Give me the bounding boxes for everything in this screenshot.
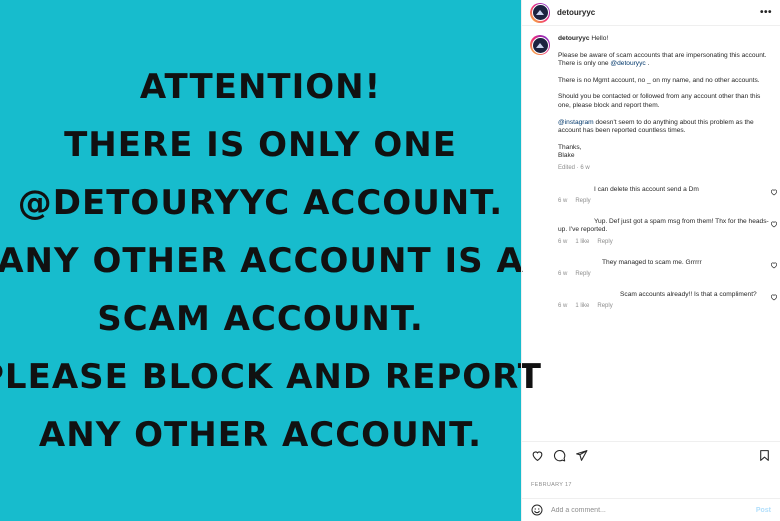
post-side-panel: detouryyc ••• detouryyc Hello! Please be… [521,0,780,521]
heart-icon[interactable] [770,188,778,196]
reply-button[interactable]: Reply [597,239,612,245]
caption-paragraph: Please be aware of scam accounts that ar… [558,51,767,59]
caption-meta: Edited · 6 w [558,164,590,171]
bookmark-icon[interactable] [758,449,771,462]
heart-icon[interactable] [770,220,778,228]
caption-greeting: Hello! [591,35,609,42]
comment-input[interactable] [551,506,731,514]
caption-paragraph: There is no Mgmt account, no _ on my nam… [558,76,760,84]
caption-signoff: Thanks, [558,143,582,151]
caption-signoff: Blake [558,152,575,160]
comment-time: 6 w [558,198,568,205]
reply-button[interactable]: Reply [575,271,590,277]
comment-time: 6 w [558,238,568,245]
action-bar [522,441,780,469]
post-text-line: SCAM ACCOUNT. [97,298,424,339]
caption: detouryyc Hello! Please be aware of scam… [530,35,772,173]
header-username[interactable]: detouryyc [557,8,595,17]
heart-icon[interactable] [770,261,778,269]
comment-time: 6 w [558,271,568,278]
mention-link[interactable]: @instagram [558,119,594,126]
post-text-line: ANY OTHER ACCOUNT. [38,414,483,455]
comment-text: Yup. Def just got a spam msg from them! … [558,217,769,234]
caption-text: . [645,60,650,68]
heart-icon[interactable] [770,293,778,301]
like-count[interactable]: 1 like [575,239,589,245]
post-text-line: @DETOURYYC ACCOUNT. [17,182,504,223]
emoji-icon[interactable] [531,504,543,516]
avatar[interactable] [530,2,550,23]
more-options-icon[interactable]: ••• [760,7,772,18]
mention-link[interactable]: @detouryyc [610,60,645,67]
post-text-line: ANY OTHER ACCOUNT IS A [0,240,524,281]
post-text-line: PLEASE BLOCK AND REPORT [0,356,542,397]
comment-text: Scam accounts already!! Is that a compli… [620,290,757,298]
list-item: Scam accounts already!! Is that a compli… [558,290,778,311]
post-text-line: THERE IS ONLY ONE [64,124,457,165]
post-image[interactable]: ATTENTION! THERE IS ONLY ONE @DETOURYYC … [0,0,541,521]
comment-time: 6 w [558,303,568,310]
post-text-line: ATTENTION! [139,66,382,107]
avatar[interactable] [530,35,550,55]
reply-button[interactable]: Reply [597,303,612,309]
comment-text: They managed to scam me. Grrrrr [602,258,702,266]
post-header: detouryyc ••• [522,0,780,26]
post-date: FEBRUARY 17 [531,482,572,488]
share-icon[interactable] [575,449,588,462]
caption-username[interactable]: detouryyc [558,35,590,42]
list-item: They managed to scam me. Grrrrr 6 w Reply [558,258,778,279]
list-item: I can delete this account send a Dm 6 w R… [558,185,778,206]
add-comment-bar: Post [522,498,780,521]
caption-paragraph: Should you be contacted or followed from… [558,93,761,109]
list-item: Yup. Def just got a spam msg from them! … [558,217,778,247]
like-count[interactable]: 1 like [575,303,589,309]
caption-text: There is only one [558,60,611,68]
reply-button[interactable]: Reply [575,198,590,204]
comments-list[interactable]: detouryyc Hello! Please be aware of scam… [522,27,780,441]
comment-icon[interactable] [553,449,566,462]
heart-icon[interactable] [531,449,544,462]
post-button[interactable]: Post [756,507,771,514]
comment-text: I can delete this account send a Dm [594,185,699,193]
